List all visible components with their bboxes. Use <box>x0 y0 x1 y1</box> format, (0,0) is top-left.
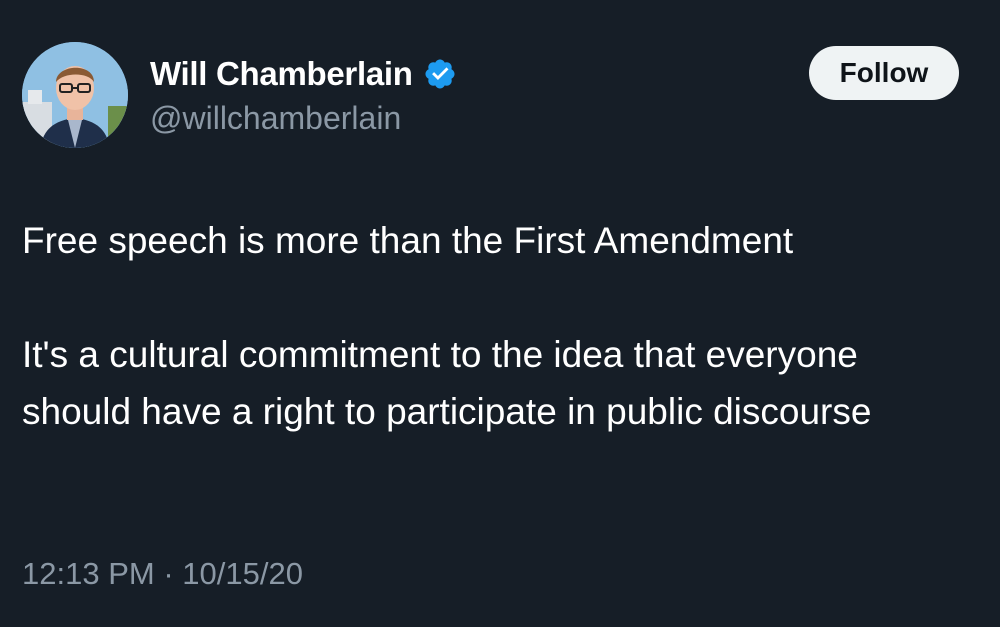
tweet-card: Will Chamberlain @willchamberlain Follow… <box>0 0 1000 627</box>
author-display-name[interactable]: Will Chamberlain <box>150 55 413 93</box>
tweet-paragraph-1: Free speech is more than the First Amend… <box>22 220 794 261</box>
timestamp-separator: · <box>163 556 174 591</box>
avatar-photo <box>22 42 128 148</box>
tweet-date: 10/15/20 <box>182 556 303 591</box>
tweet-time: 12:13 PM <box>22 556 155 591</box>
avatar[interactable] <box>22 42 128 148</box>
follow-button[interactable]: Follow <box>809 46 959 100</box>
author-handle[interactable]: @willchamberlain <box>150 100 401 137</box>
author-name-row: Will Chamberlain <box>150 52 457 96</box>
tweet-paragraph-2: It's a cultural commitment to the idea t… <box>22 334 872 432</box>
tweet-text: Free speech is more than the First Amend… <box>22 212 972 440</box>
tweet-timestamp[interactable]: 12:13 PM · 10/15/20 <box>22 556 303 592</box>
verified-badge-icon <box>423 57 457 91</box>
